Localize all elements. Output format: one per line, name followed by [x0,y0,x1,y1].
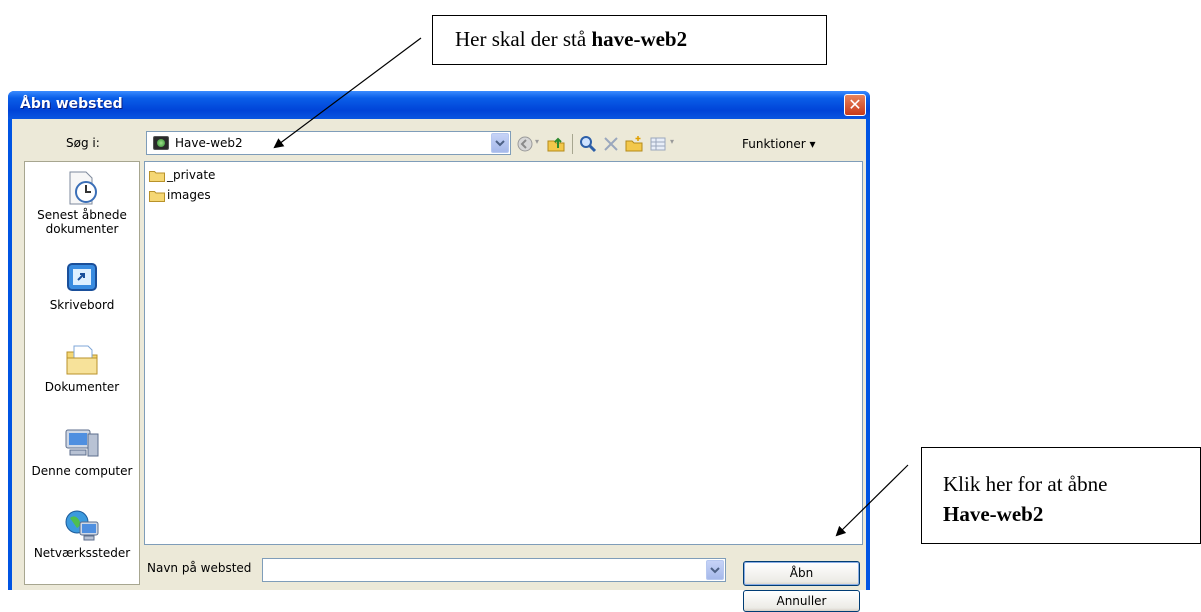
views-dropdown-icon[interactable]: ▾ [670,137,674,146]
up-one-level-icon[interactable] [547,135,565,153]
web-folder-icon [153,136,169,150]
places-bar: Senest åbnede dokumenter Skrivebord Doku… [24,161,140,585]
list-item-private[interactable]: _private [149,166,215,184]
place-desktop[interactable]: Skrivebord [25,260,139,312]
dialog-body: Søg i: Have-web2 ▾ ▾ Funktioner ▾ Senest… [12,119,866,612]
tools-menu[interactable]: Funktioner ▾ [742,137,816,151]
title-bar[interactable]: Åbn websted ✕ [8,91,870,119]
back-dropdown-icon[interactable]: ▾ [535,137,539,146]
documents-folder-icon [66,345,98,375]
search-web-icon[interactable] [579,135,597,153]
place-label: Netværkssteder [33,546,131,560]
recent-documents-icon [69,171,97,205]
website-name-dropdown-arrow[interactable] [706,560,724,580]
close-button[interactable]: ✕ [844,94,866,116]
place-my-computer[interactable]: Denne computer [25,426,139,478]
views-icon[interactable] [649,135,667,153]
list-item-images[interactable]: images [149,186,211,204]
close-icon: ✕ [848,95,862,114]
look-in-value: Have-web2 [175,136,243,150]
look-in-combobox[interactable]: Have-web2 [146,131,511,155]
chevron-down-icon [710,567,720,574]
callout-right-bold: Have-web2 [943,502,1044,526]
callout-open-button: Klik her for at åbne Have-web2 [921,447,1201,544]
file-name: _private [167,168,216,182]
place-label: dokumenter [45,222,119,236]
place-label: Skrivebord [49,298,115,312]
website-name-label: Navn på websted [147,561,252,575]
open-website-dialog: Åbn websted ✕ Søg i: Have-web2 ▾ ▾ Funkt… [8,91,870,612]
back-icon[interactable] [516,135,534,153]
new-folder-icon[interactable] [625,135,643,153]
chevron-down-icon [495,140,505,147]
folder-icon [149,170,165,182]
open-button[interactable]: Åbn [743,561,860,586]
computer-icon [65,429,99,457]
look-in-label: Søg i: [66,136,100,150]
file-list[interactable]: _private images [144,161,863,545]
callout-top-text: Her skal der stå [455,27,592,51]
website-name-combobox[interactable] [262,558,726,582]
place-recent-documents[interactable]: Senest åbnede dokumenter [25,170,139,236]
desktop-icon [67,263,97,291]
callout-top-bold: have-web2 [591,27,688,51]
network-icon [65,510,99,541]
callout-right-line1: Klik her for at åbne [943,472,1108,496]
look-in-dropdown-arrow[interactable] [491,133,509,153]
place-label: Denne computer [31,464,133,478]
toolbar-separator [572,134,573,154]
place-label: Senest åbnede [37,208,127,222]
cancel-button[interactable]: Annuller [743,590,860,612]
folder-icon [149,190,165,202]
file-name: images [167,188,211,202]
callout-look-in: Her skal der stå have-web2 [432,15,827,65]
delete-icon[interactable] [602,135,620,153]
place-network[interactable]: Netværkssteder [25,508,139,560]
place-documents[interactable]: Dokumenter [25,342,139,394]
dialog-title: Åbn websted [20,96,123,112]
place-label: Dokumenter [44,380,120,394]
